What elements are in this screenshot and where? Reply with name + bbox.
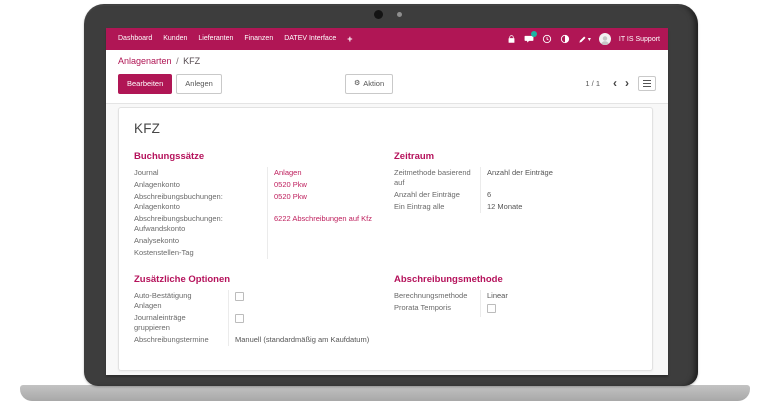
navbar-systray: ▾ IT IS Support bbox=[507, 33, 660, 45]
breadcrumb-parent[interactable]: Anlagenarten bbox=[118, 56, 172, 66]
field-label: Kostenstellen-Tag bbox=[134, 247, 268, 259]
field-label: Anlagenkonto bbox=[134, 179, 268, 191]
field-label: Berechnungsmethode bbox=[394, 290, 481, 302]
form-view-area: KFZ Buchungssätze Journal Anlagen Anlage… bbox=[106, 104, 668, 376]
field-row-eintrag-alle: Ein Eintrag alle 12 Monate bbox=[394, 201, 627, 213]
field-label: Journal bbox=[134, 167, 268, 179]
notification-badge bbox=[531, 31, 537, 37]
breadcrumb-separator: / bbox=[176, 56, 179, 66]
messages-icon[interactable] bbox=[524, 34, 534, 44]
section-buchungssaetze: Buchungssätze Journal Anlagen Anlagenkon… bbox=[134, 151, 394, 259]
edit-button[interactable]: Bearbeiten bbox=[118, 74, 172, 94]
button-row: Bearbeiten Anlegen ⚙ Aktion 1 / 1 ‹ › bbox=[118, 74, 656, 94]
prorata-temporis-checkbox[interactable] bbox=[487, 304, 496, 313]
nav-item-finanzen[interactable]: Finanzen bbox=[244, 28, 273, 50]
nav-item-kunden[interactable]: Kunden bbox=[163, 28, 187, 50]
field-row-anzahl-eintraege: Anzahl der Einträge 6 bbox=[394, 189, 627, 201]
add-menu-icon[interactable]: + bbox=[347, 28, 352, 50]
field-label: Abschreibungsbuchungen: Aufwandskonto bbox=[134, 213, 268, 235]
caret-down-icon: ▾ bbox=[588, 36, 591, 43]
laptop-bezel: Dashboard Kunden Lieferanten Finanzen DA… bbox=[84, 4, 698, 386]
journaleintraege-gruppieren-checkbox[interactable] bbox=[235, 314, 244, 323]
pager-previous-button[interactable]: ‹ bbox=[609, 79, 621, 88]
form-group-2: Zusätzliche Optionen Auto-Bestätigung An… bbox=[134, 274, 637, 346]
app-window: Dashboard Kunden Lieferanten Finanzen DA… bbox=[106, 28, 668, 375]
section-heading: Zusätzliche Optionen bbox=[134, 274, 394, 285]
field-label: Ein Eintrag alle bbox=[394, 201, 481, 213]
field-value: Anzahl der Einträge bbox=[487, 168, 553, 177]
laptop-base bbox=[20, 385, 750, 401]
field-row-prorata-temporis: Prorata Temporis bbox=[394, 302, 627, 317]
action-menu-button[interactable]: ⚙ Aktion bbox=[345, 74, 393, 94]
field-value-link[interactable]: 0520 Pkw bbox=[274, 192, 307, 201]
field-value-link[interactable]: Anlagen bbox=[274, 168, 302, 177]
create-button[interactable]: Anlegen bbox=[176, 74, 222, 94]
action-menu-label: Aktion bbox=[363, 80, 384, 88]
section-zeitraum: Zeitraum Zeitmethode basierend auf Anzah… bbox=[394, 151, 637, 259]
section-zusaetzliche-optionen: Zusätzliche Optionen Auto-Bestätigung An… bbox=[134, 274, 394, 346]
nav-item-datev-interface[interactable]: DATEV Interface bbox=[284, 28, 336, 50]
pager-next-button[interactable]: › bbox=[621, 79, 633, 88]
field-row-zeitmethode: Zeitmethode basierend auf Anzahl der Ein… bbox=[394, 167, 627, 189]
field-row-anlagenkonto: Anlagenkonto 0520 Pkw bbox=[134, 179, 384, 191]
breadcrumb: Anlagenarten / KFZ bbox=[118, 56, 656, 67]
camera-led-dot bbox=[397, 12, 402, 17]
field-row-berechnungsmethode: Berechnungsmethode Linear bbox=[394, 290, 627, 302]
contrast-icon[interactable] bbox=[560, 34, 570, 44]
main-menu: Dashboard Kunden Lieferanten Finanzen DA… bbox=[114, 28, 353, 50]
user-name[interactable]: IT IS Support bbox=[619, 36, 660, 43]
user-avatar[interactable] bbox=[599, 33, 611, 45]
field-label: Analysekonto bbox=[134, 235, 268, 247]
top-navbar: Dashboard Kunden Lieferanten Finanzen DA… bbox=[106, 28, 668, 50]
field-row-abschreibungstermine: Abschreibungstermine Manuell (standardmä… bbox=[134, 334, 384, 346]
action-menu-wrap: ⚙ Aktion bbox=[345, 74, 393, 94]
section-heading: Abschreibungsmethode bbox=[394, 274, 637, 285]
field-value: 12 Monate bbox=[487, 202, 522, 211]
field-label: Prorata Temporis bbox=[394, 302, 481, 317]
field-row-journal: Journal Anlagen bbox=[134, 167, 384, 179]
field-row-kostenstellen-tag: Kostenstellen-Tag bbox=[134, 247, 384, 259]
field-value: Manuell (standardmäßig am Kaufdatum) bbox=[235, 335, 369, 344]
field-row-journaleintraege-gruppieren: Journaleinträge gruppieren bbox=[134, 312, 384, 334]
record-title: KFZ bbox=[134, 121, 637, 136]
laptop-mockup: Dashboard Kunden Lieferanten Finanzen DA… bbox=[0, 0, 770, 402]
field-value: Linear bbox=[487, 291, 508, 300]
field-label: Journaleinträge gruppieren bbox=[134, 312, 229, 334]
field-label: Zeitmethode basierend auf bbox=[394, 167, 481, 189]
gear-icon: ⚙ bbox=[354, 80, 360, 87]
list-icon bbox=[643, 80, 651, 87]
field-value: 6 bbox=[487, 190, 491, 199]
edit-pencil-icon[interactable]: ▾ bbox=[578, 35, 591, 44]
field-value-link[interactable]: 0520 Pkw bbox=[274, 180, 307, 189]
camera-dot bbox=[374, 10, 383, 19]
section-abschreibungsmethode: Abschreibungsmethode Berechnungsmethode … bbox=[394, 274, 637, 346]
field-label: Anzahl der Einträge bbox=[394, 189, 481, 201]
list-view-button[interactable] bbox=[638, 76, 656, 91]
breadcrumb-current: KFZ bbox=[183, 56, 200, 66]
auto-bestaetigung-checkbox[interactable] bbox=[235, 292, 244, 301]
activities-clock-icon[interactable] bbox=[542, 34, 552, 44]
nav-item-dashboard[interactable]: Dashboard bbox=[118, 28, 152, 50]
pager-value: 1 / 1 bbox=[585, 79, 600, 88]
shop-bag-icon[interactable] bbox=[507, 35, 516, 44]
field-row-auto-bestaetigung: Auto-Bestätigung Anlagen bbox=[134, 290, 384, 312]
field-row-abschreibung-aufwandskonto: Abschreibungsbuchungen: Aufwandskonto 62… bbox=[134, 213, 384, 235]
section-heading: Zeitraum bbox=[394, 151, 637, 162]
field-value-link[interactable]: 6222 Abschreibungen auf Kfz bbox=[274, 214, 372, 223]
field-row-analysekonto: Analysekonto bbox=[134, 235, 384, 247]
form-group-1: Buchungssätze Journal Anlagen Anlagenkon… bbox=[134, 151, 637, 259]
form-sheet: KFZ Buchungssätze Journal Anlagen Anlage… bbox=[118, 107, 653, 372]
control-panel: Anlagenarten / KFZ Bearbeiten Anlegen ⚙ … bbox=[106, 50, 668, 104]
field-label: Abschreibungstermine bbox=[134, 334, 229, 346]
field-label: Auto-Bestätigung Anlagen bbox=[134, 290, 229, 312]
field-label: Abschreibungsbuchungen: Anlagenkonto bbox=[134, 191, 268, 213]
nav-item-lieferanten[interactable]: Lieferanten bbox=[198, 28, 233, 50]
pager: 1 / 1 ‹ › bbox=[585, 76, 656, 91]
field-row-abschreibung-anlagenkonto: Abschreibungsbuchungen: Anlagenkonto 052… bbox=[134, 191, 384, 213]
section-heading: Buchungssätze bbox=[134, 151, 394, 162]
